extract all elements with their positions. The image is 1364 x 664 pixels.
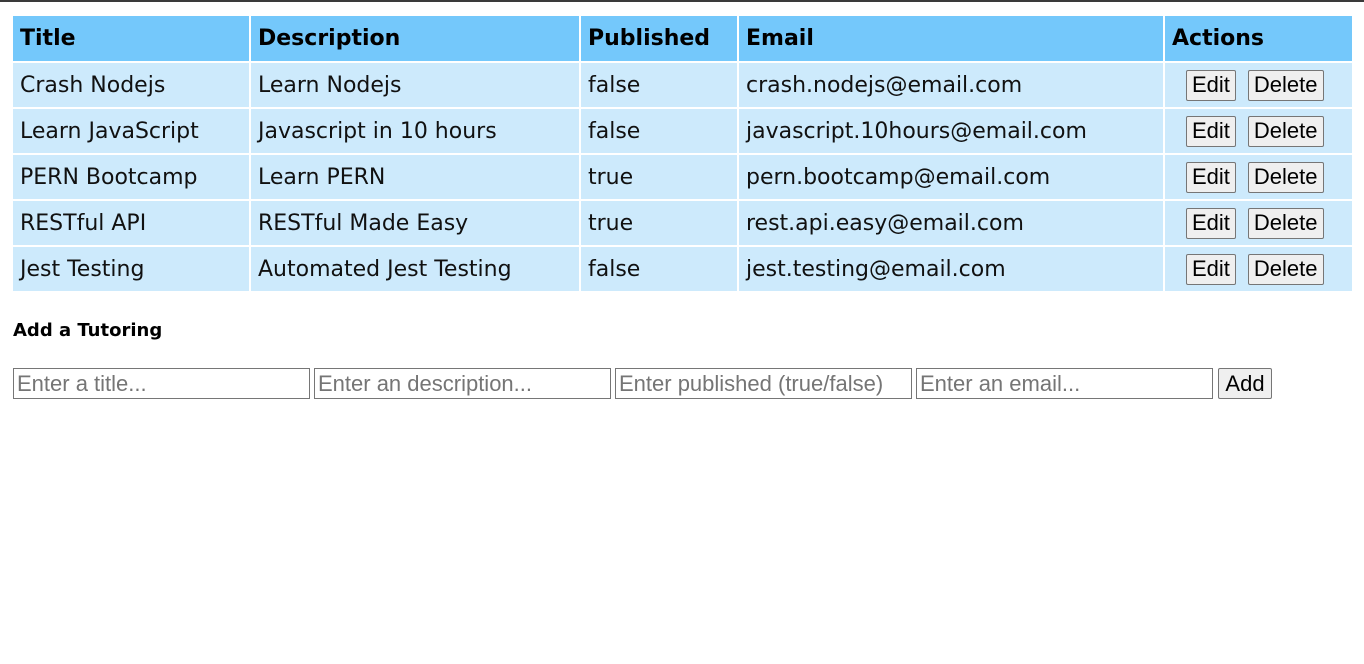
published-input[interactable] xyxy=(615,368,912,399)
table-row: PERN Bootcamp Learn PERN true pern.bootc… xyxy=(13,154,1352,201)
cell-email: pern.bootcamp@email.com xyxy=(738,154,1165,201)
cell-title: PERN Bootcamp xyxy=(13,154,251,201)
cell-actions: Edit Delete xyxy=(1164,62,1352,109)
edit-button[interactable]: Edit xyxy=(1186,69,1236,101)
add-tutoring-heading: Add a Tutoring xyxy=(13,320,163,341)
edit-button[interactable]: Edit xyxy=(1186,115,1236,147)
delete-button[interactable]: Delete xyxy=(1247,207,1324,239)
cell-email: jest.testing@email.com xyxy=(738,246,1165,293)
delete-button[interactable]: Delete xyxy=(1247,253,1324,285)
cell-email: rest.api.easy@email.com xyxy=(738,200,1165,247)
edit-button[interactable]: Edit xyxy=(1186,161,1236,193)
description-input[interactable] xyxy=(314,368,611,399)
table-row: Jest Testing Automated Jest Testing fals… xyxy=(13,246,1352,293)
column-header-actions: Actions xyxy=(1164,16,1352,63)
cell-description: Learn PERN xyxy=(250,154,581,201)
cell-description: RESTful Made Easy xyxy=(250,200,581,247)
add-button[interactable]: Add xyxy=(1218,368,1272,399)
cell-email: crash.nodejs@email.com xyxy=(738,62,1165,109)
table-header-row: Title Description Published Email Action… xyxy=(13,16,1352,63)
cell-published: false xyxy=(580,108,739,155)
cell-title: Crash Nodejs xyxy=(13,62,251,109)
cell-actions: Edit Delete xyxy=(1164,154,1352,201)
cell-published: true xyxy=(580,154,739,201)
cell-published: true xyxy=(580,200,739,247)
table-row: Learn JavaScript Javascript in 10 hours … xyxy=(13,108,1352,155)
cell-published: false xyxy=(580,246,739,293)
cell-description: Automated Jest Testing xyxy=(250,246,581,293)
column-header-title: Title xyxy=(13,16,251,63)
edit-button[interactable]: Edit xyxy=(1186,253,1236,285)
table-row: RESTful API RESTful Made Easy true rest.… xyxy=(13,200,1352,247)
cell-title: RESTful API xyxy=(13,200,251,247)
column-header-published: Published xyxy=(580,16,739,63)
cell-published: false xyxy=(580,62,739,109)
email-input[interactable] xyxy=(916,368,1213,399)
cell-actions: Edit Delete xyxy=(1164,246,1352,293)
cell-title: Jest Testing xyxy=(13,246,251,293)
cell-actions: Edit Delete xyxy=(1164,200,1352,247)
delete-button[interactable]: Delete xyxy=(1247,161,1324,193)
table-row: Crash Nodejs Learn Nodejs false crash.no… xyxy=(13,62,1352,109)
delete-button[interactable]: Delete xyxy=(1247,69,1324,101)
cell-actions: Edit Delete xyxy=(1164,108,1352,155)
column-header-email: Email xyxy=(738,16,1165,63)
delete-button[interactable]: Delete xyxy=(1247,115,1324,147)
cell-description: Javascript in 10 hours xyxy=(250,108,581,155)
cell-description: Learn Nodejs xyxy=(250,62,581,109)
title-input[interactable] xyxy=(13,368,310,399)
edit-button[interactable]: Edit xyxy=(1186,207,1236,239)
cell-email: javascript.10hours@email.com xyxy=(738,108,1165,155)
column-header-description: Description xyxy=(250,16,581,63)
tutorials-table: Title Description Published Email Action… xyxy=(13,16,1352,293)
top-border xyxy=(0,0,1364,2)
cell-title: Learn JavaScript xyxy=(13,108,251,155)
